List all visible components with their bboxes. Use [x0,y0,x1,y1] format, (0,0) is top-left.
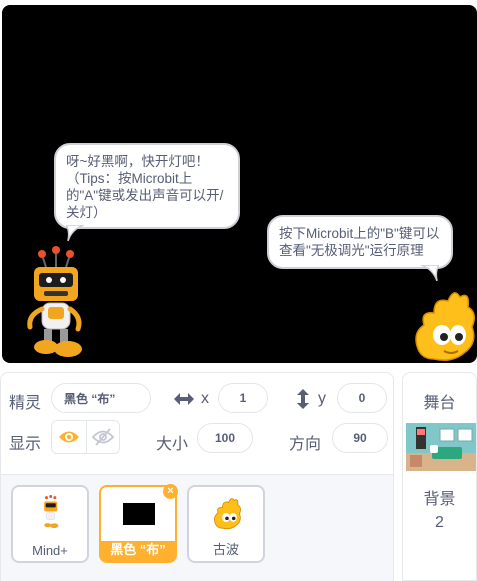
sprite-tile-label: 古波 [212,542,239,557]
speech-bubble-right: 按下Microbit上的"B"键可以 查看"无极调光"运行原理 [267,215,453,281]
gobo-sprite[interactable] [412,287,476,363]
speech-bubble-left-text: 呀~好黑啊，快开灯吧！ （Tips：按Microbit上 的"A"键或发出声音可… [66,154,224,220]
sprite-info-panel: 精灵 黑色 “布” x 1 y 0 显示 大小 100 方向 90 Mind+ … [0,372,394,581]
stage-backdrop-thumbnail[interactable] [406,423,476,471]
robot-icon [44,495,59,529]
bubble-tail-icon [421,265,439,281]
x-position-input[interactable]: 1 [218,383,268,413]
speech-bubble-right-text: 按下Microbit上的"B"键可以 查看"无极调光"运行原理 [279,226,440,258]
visibility-toggle [51,420,120,454]
bubble-tail-icon [66,225,84,241]
y-arrow-icon [297,389,309,409]
direction-label: 方向 [289,436,322,453]
sprite-tile-gobo[interactable]: 古波 [187,485,265,563]
x-label: x [201,390,209,407]
sprite-list: Mind+ 黑色 “布” × 古波 [1,474,393,581]
eye-icon [58,431,79,443]
sprite-tile-black-cloth[interactable]: 黑色 “布” × [99,484,178,563]
black-rectangle-thumbnail [123,503,155,525]
show-label: 显示 [9,436,42,453]
sprite-tile-mind-plus[interactable]: Mind+ [11,485,89,563]
y-label: y [318,390,326,407]
sprite-name-input[interactable]: 黑色 “布” [51,383,151,413]
size-label: 大小 [156,436,189,453]
sprite-tile-label: Mind+ [32,543,68,558]
x-arrow-icon [174,393,194,405]
sprite-tile-label: 黑色 “布” [110,542,166,557]
gobo-icon [214,498,241,530]
eye-slash-icon [91,428,114,446]
show-sprite-button[interactable] [52,421,86,453]
speech-bubble-left: 呀~好黑啊，快开灯吧！ （Tips：按Microbit上 的"A"键或发出声音可… [54,143,240,241]
stage-selector-panel[interactable]: 舞台 背景 2 [402,372,477,581]
sprite-label: 精灵 [9,395,42,412]
delete-sprite-icon[interactable]: × [163,484,178,499]
stage-title: 舞台 [423,395,456,412]
size-input[interactable]: 100 [197,423,253,453]
y-position-input[interactable]: 0 [337,383,387,413]
sprite-properties: 精灵 黑色 “布” x 1 y 0 显示 大小 100 方向 90 [1,373,393,473]
backdrops-label: 背景 [423,491,456,508]
stage-canvas[interactable]: 呀~好黑啊，快开灯吧！ （Tips：按Microbit上 的"A"键或发出声音可… [2,5,477,363]
direction-input[interactable]: 90 [332,423,388,453]
hide-sprite-button[interactable] [85,421,120,453]
mind-plus-robot-sprite[interactable] [22,245,92,360]
backdrops-count: 2 [435,514,444,531]
